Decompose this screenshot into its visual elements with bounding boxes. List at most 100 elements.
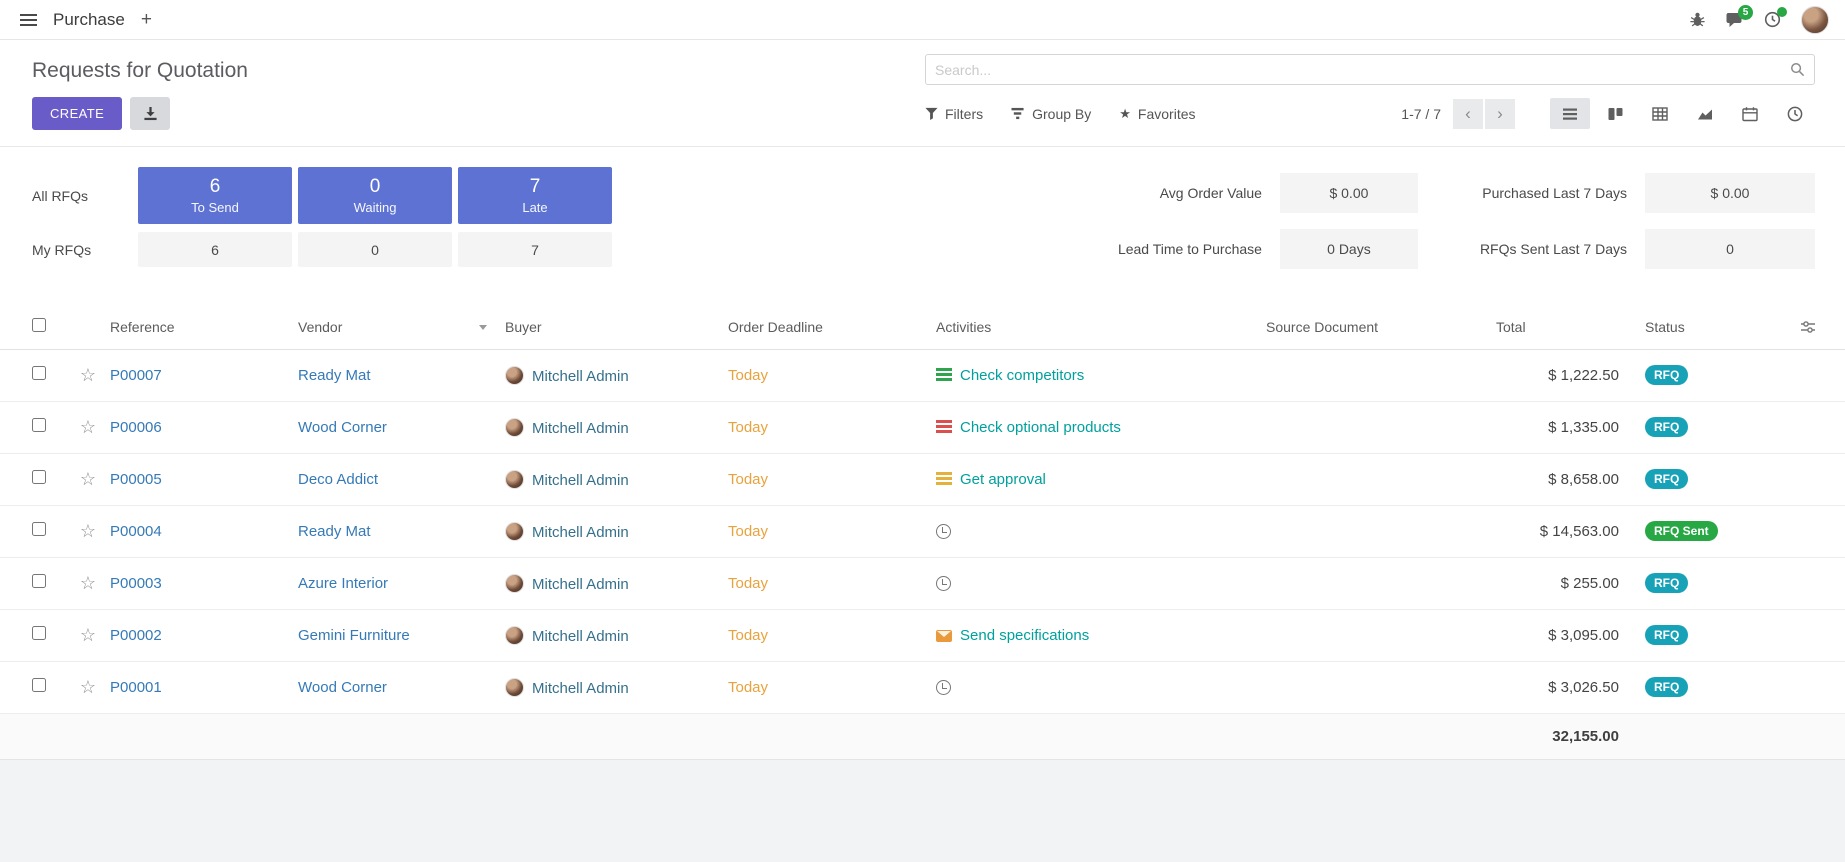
activity-mail-icon[interactable] — [936, 630, 952, 642]
debug-bug-icon[interactable] — [1689, 11, 1706, 28]
to-send-label: To Send — [191, 200, 239, 215]
activity-type-icon[interactable] — [936, 472, 952, 485]
vendor-link[interactable]: Wood Corner — [298, 679, 387, 696]
buyer-name[interactable]: Mitchell Admin — [532, 680, 629, 697]
header-buyer[interactable]: Buyer — [505, 305, 728, 349]
header-optional-columns[interactable] — [1771, 305, 1845, 349]
calendar-view-button[interactable] — [1730, 98, 1770, 129]
table-row[interactable]: ☆ P00001 Wood Corner Mitchell Admin Toda… — [0, 661, 1845, 713]
reference-link[interactable]: P00006 — [110, 419, 162, 436]
activity-clock-icon[interactable] — [936, 524, 951, 539]
reference-link[interactable]: P00003 — [110, 575, 162, 592]
header-total[interactable]: Total — [1496, 305, 1621, 349]
reference-link[interactable]: P00004 — [110, 523, 162, 540]
reference-link[interactable]: P00002 — [110, 627, 162, 644]
my-rfqs-label[interactable]: My RFQs — [32, 242, 132, 258]
row-checkbox[interactable] — [32, 470, 46, 484]
header-order-deadline[interactable]: Order Deadline — [728, 305, 936, 349]
pivot-view-button[interactable] — [1640, 98, 1680, 129]
to-send-box[interactable]: 6 To Send — [138, 167, 292, 224]
my-waiting-tile[interactable]: 0 — [298, 232, 452, 267]
favorite-star-icon[interactable]: ☆ — [80, 625, 96, 645]
activities-clock-icon[interactable] — [1764, 11, 1781, 28]
late-box[interactable]: 7 Late — [458, 167, 612, 224]
buyer-name[interactable]: Mitchell Admin — [532, 472, 629, 489]
row-checkbox[interactable] — [32, 366, 46, 380]
row-checkbox[interactable] — [32, 626, 46, 640]
favorite-star-icon[interactable]: ☆ — [80, 521, 96, 541]
vendor-link[interactable]: Deco Addict — [298, 471, 378, 488]
row-checkbox[interactable] — [32, 418, 46, 432]
activity-label[interactable]: Check optional products — [960, 419, 1121, 436]
activity-label[interactable]: Get approval — [960, 471, 1046, 488]
late-count: 7 — [530, 176, 541, 199]
buyer-avatar — [505, 366, 524, 385]
reference-link[interactable]: P00005 — [110, 471, 162, 488]
group-by-button[interactable]: Group By — [1011, 106, 1091, 122]
buyer-name[interactable]: Mitchell Admin — [532, 628, 629, 645]
hamburger-menu-icon[interactable] — [16, 10, 41, 30]
search-input[interactable] — [935, 62, 1790, 78]
vendor-link[interactable]: Gemini Furniture — [298, 627, 410, 644]
search-icon[interactable] — [1790, 62, 1805, 77]
group-by-icon — [1011, 107, 1025, 120]
table-row[interactable]: ☆ P00006 Wood Corner Mitchell Admin Toda… — [0, 401, 1845, 453]
header-status[interactable]: Status — [1621, 305, 1771, 349]
table-row[interactable]: ☆ P00003 Azure Interior Mitchell Admin T… — [0, 557, 1845, 609]
favorite-star-icon[interactable]: ☆ — [80, 573, 96, 593]
user-avatar[interactable] — [1801, 6, 1829, 34]
pager-previous-button[interactable]: ‹ — [1453, 99, 1483, 129]
my-to-send-tile[interactable]: 6 — [138, 232, 292, 267]
header-vendor[interactable]: Vendor — [298, 305, 505, 349]
row-checkbox[interactable] — [32, 522, 46, 536]
waiting-box[interactable]: 0 Waiting — [298, 167, 452, 224]
activity-view-button[interactable] — [1775, 98, 1815, 129]
table-row[interactable]: ☆ P00007 Ready Mat Mitchell Admin Today … — [0, 349, 1845, 401]
reference-link[interactable]: P00001 — [110, 679, 162, 696]
create-button[interactable]: CREATE — [32, 97, 122, 130]
search-filter-buttons: Filters Group By ★ Favorites — [925, 106, 1196, 122]
plus-icon[interactable]: + — [141, 10, 152, 29]
favorites-button[interactable]: ★ Favorites — [1119, 106, 1195, 122]
graph-view-button[interactable] — [1685, 98, 1725, 129]
header-reference[interactable]: Reference — [110, 305, 298, 349]
activity-type-icon[interactable] — [936, 368, 952, 381]
pager-next-button[interactable]: › — [1485, 99, 1515, 129]
row-checkbox[interactable] — [32, 678, 46, 692]
buyer-name[interactable]: Mitchell Admin — [532, 420, 629, 437]
import-button[interactable] — [130, 97, 170, 130]
header-source-document[interactable]: Source Document — [1266, 305, 1496, 349]
pager-range: 1-7 / 7 — [1401, 106, 1441, 122]
buyer-name[interactable]: Mitchell Admin — [532, 524, 629, 541]
my-late-tile[interactable]: 7 — [458, 232, 612, 267]
activity-type-icon[interactable] — [936, 420, 952, 433]
header-activities[interactable]: Activities — [936, 305, 1266, 349]
app-menu-purchase[interactable]: Purchase — [53, 10, 125, 30]
activity-clock-icon[interactable] — [936, 680, 951, 695]
table-row[interactable]: ☆ P00004 Ready Mat Mitchell Admin Today … — [0, 505, 1845, 557]
favorite-star-icon[interactable]: ☆ — [80, 677, 96, 697]
list-view-button[interactable] — [1550, 98, 1590, 129]
vendor-link[interactable]: Ready Mat — [298, 523, 371, 540]
reference-link[interactable]: P00007 — [110, 367, 162, 384]
all-rfqs-label[interactable]: All RFQs — [32, 188, 132, 204]
favorite-star-icon[interactable]: ☆ — [80, 365, 96, 385]
activity-label[interactable]: Check competitors — [960, 367, 1084, 384]
favorite-star-icon[interactable]: ☆ — [80, 469, 96, 489]
table-row[interactable]: ☆ P00002 Gemini Furniture Mitchell Admin… — [0, 609, 1845, 661]
activity-clock-icon[interactable] — [936, 576, 951, 591]
search-bar[interactable] — [925, 54, 1815, 85]
vendor-link[interactable]: Wood Corner — [298, 419, 387, 436]
messages-icon[interactable]: 5 — [1726, 12, 1744, 28]
activity-label[interactable]: Send specifications — [960, 627, 1089, 644]
favorite-star-icon[interactable]: ☆ — [80, 417, 96, 437]
vendor-link[interactable]: Azure Interior — [298, 575, 388, 592]
kanban-view-button[interactable] — [1595, 98, 1635, 129]
vendor-link[interactable]: Ready Mat — [298, 367, 371, 384]
table-row[interactable]: ☆ P00005 Deco Addict Mitchell Admin Toda… — [0, 453, 1845, 505]
select-all-checkbox[interactable] — [32, 318, 46, 332]
buyer-name[interactable]: Mitchell Admin — [532, 576, 629, 593]
row-checkbox[interactable] — [32, 574, 46, 588]
buyer-name[interactable]: Mitchell Admin — [532, 368, 629, 385]
filters-button[interactable]: Filters — [925, 106, 983, 122]
